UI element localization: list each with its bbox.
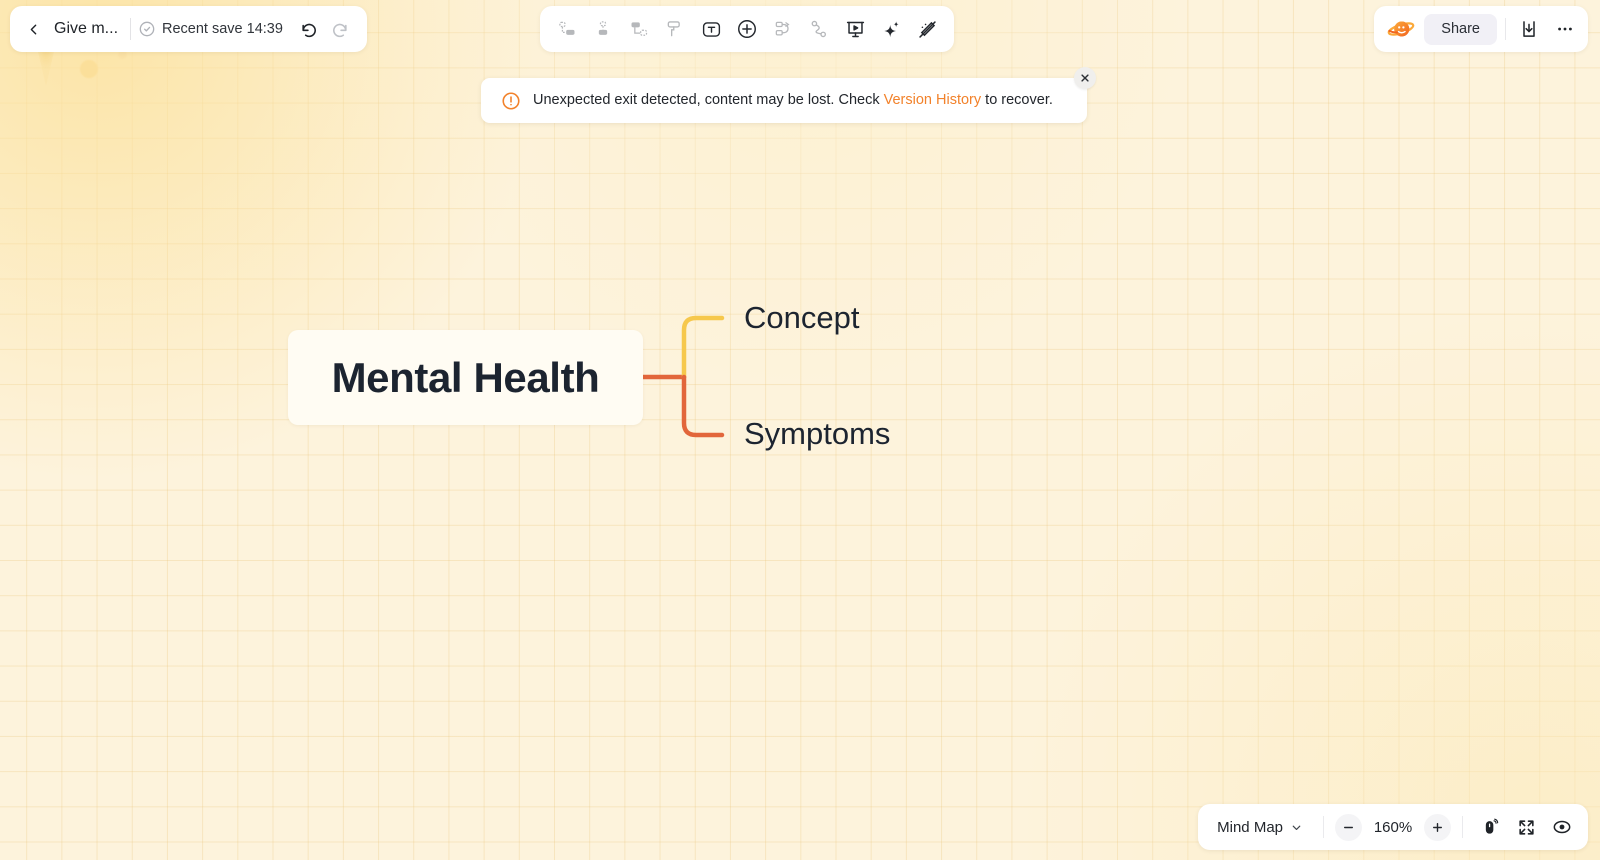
- node-sibling-icon: [559, 21, 575, 35]
- topright-divider: [1505, 18, 1506, 40]
- fit-screen-button[interactable]: [1510, 811, 1542, 843]
- connector-to-concept: [681, 315, 725, 380]
- view-mode-label: Mind Map: [1217, 818, 1283, 836]
- bottombar-divider-2: [1462, 816, 1463, 838]
- mindmap-child-node-symptoms[interactable]: Symptoms: [744, 418, 890, 449]
- sparkle-icon: [883, 20, 899, 37]
- undo-icon: [302, 23, 317, 37]
- view-mode-selector[interactable]: Mind Map: [1208, 811, 1312, 843]
- bottombar-divider-1: [1323, 816, 1324, 838]
- insert-sibling-node-button[interactable]: [550, 12, 584, 46]
- back-button[interactable]: [18, 14, 48, 44]
- presentation-icon: [846, 21, 864, 37]
- node-child-icon: [598, 21, 608, 35]
- insert-element-button[interactable]: [730, 12, 764, 46]
- view-controls-bar: Mind Map 160%: [1198, 804, 1588, 850]
- redo-icon: [333, 23, 348, 37]
- mouse-pointer-icon: [1485, 818, 1499, 834]
- check-circle-icon: [139, 21, 155, 37]
- unexpected-exit-banner: Unexpected exit detected, content may be…: [481, 67, 1096, 123]
- redo-button[interactable]: [325, 14, 355, 44]
- main-toolbar: [540, 6, 954, 52]
- magic-wand-off-button[interactable]: [910, 12, 944, 46]
- relationship-arrow-icon: [775, 21, 790, 36]
- curve-line-icon: [811, 20, 826, 38]
- mindmap-child-node-concept[interactable]: Concept: [744, 302, 859, 333]
- planet-mascot-icon: [1387, 21, 1415, 37]
- mindmap-canvas[interactable]: Mental Health Concept Symptoms: [0, 0, 1600, 860]
- titlebar-divider: [130, 18, 132, 40]
- zoom-controls: 160%: [1335, 813, 1451, 841]
- close-icon: [1081, 74, 1089, 82]
- format-painter-button[interactable]: [658, 12, 692, 46]
- insert-relationship-button[interactable]: [766, 12, 800, 46]
- pointer-mode-button[interactable]: [1474, 811, 1506, 843]
- zoom-in-button[interactable]: [1424, 813, 1451, 841]
- insert-subtopic-button[interactable]: [622, 12, 656, 46]
- eye-preview-icon: [1553, 820, 1571, 834]
- document-title[interactable]: Give m...: [54, 20, 118, 38]
- banner-text-before: Unexpected exit detected, content may be…: [533, 92, 880, 109]
- alert-circle-icon: [502, 91, 520, 110]
- document-titlebar: Give m... Recent save 14:39: [10, 6, 367, 52]
- node-subtopic-icon: [631, 22, 648, 36]
- banner-message: Unexpected exit detected, content may be…: [533, 91, 1053, 110]
- more-options-button[interactable]: [1550, 14, 1580, 44]
- mindmap-child-label: Symptoms: [744, 416, 891, 451]
- chevron-left-icon: [30, 24, 36, 34]
- zoom-out-button[interactable]: [1335, 813, 1362, 841]
- paint-roller-icon: [667, 21, 680, 37]
- preview-button[interactable]: [1546, 811, 1578, 843]
- banner-text-after: to recover.: [985, 92, 1053, 109]
- plus-circle-icon: [738, 20, 756, 38]
- more-horizontal-icon: [1558, 27, 1572, 31]
- chevron-down-icon: [1292, 825, 1301, 830]
- magic-wand-slash-icon: [918, 20, 936, 38]
- zoom-level-value[interactable]: 160%: [1369, 819, 1417, 836]
- connector-to-symptoms: [681, 374, 725, 438]
- save-status: Recent save 14:39: [139, 21, 283, 37]
- text-box-icon: [702, 21, 720, 37]
- minus-icon: [1344, 826, 1353, 828]
- undo-button[interactable]: [295, 14, 325, 44]
- version-history-link[interactable]: Version History: [884, 92, 982, 108]
- mindmap-app: Mental Health Concept Symptoms Give m...: [0, 0, 1600, 860]
- mindmap-root-label: Mental Health: [331, 353, 600, 401]
- insert-child-node-button[interactable]: [586, 12, 620, 46]
- plus-icon: [1433, 822, 1442, 832]
- expand-fullscreen-icon: [1518, 819, 1534, 835]
- mindmap-child-label: Concept: [744, 300, 860, 335]
- presentation-mode-button[interactable]: [838, 12, 872, 46]
- topright-actions: Share: [1374, 6, 1588, 52]
- download-icon: [1523, 21, 1535, 37]
- banner-close-button[interactable]: [1074, 67, 1096, 89]
- ai-assistant-button[interactable]: [874, 12, 908, 46]
- insert-text-button[interactable]: [694, 12, 728, 46]
- save-status-text: Recent save 14:39: [162, 21, 283, 37]
- draw-connector-button[interactable]: [802, 12, 836, 46]
- planet-mascot-logo[interactable]: [1384, 12, 1418, 46]
- mindmap-root-node[interactable]: Mental Health: [288, 330, 643, 425]
- share-button[interactable]: Share: [1424, 13, 1497, 45]
- export-button[interactable]: [1514, 14, 1544, 44]
